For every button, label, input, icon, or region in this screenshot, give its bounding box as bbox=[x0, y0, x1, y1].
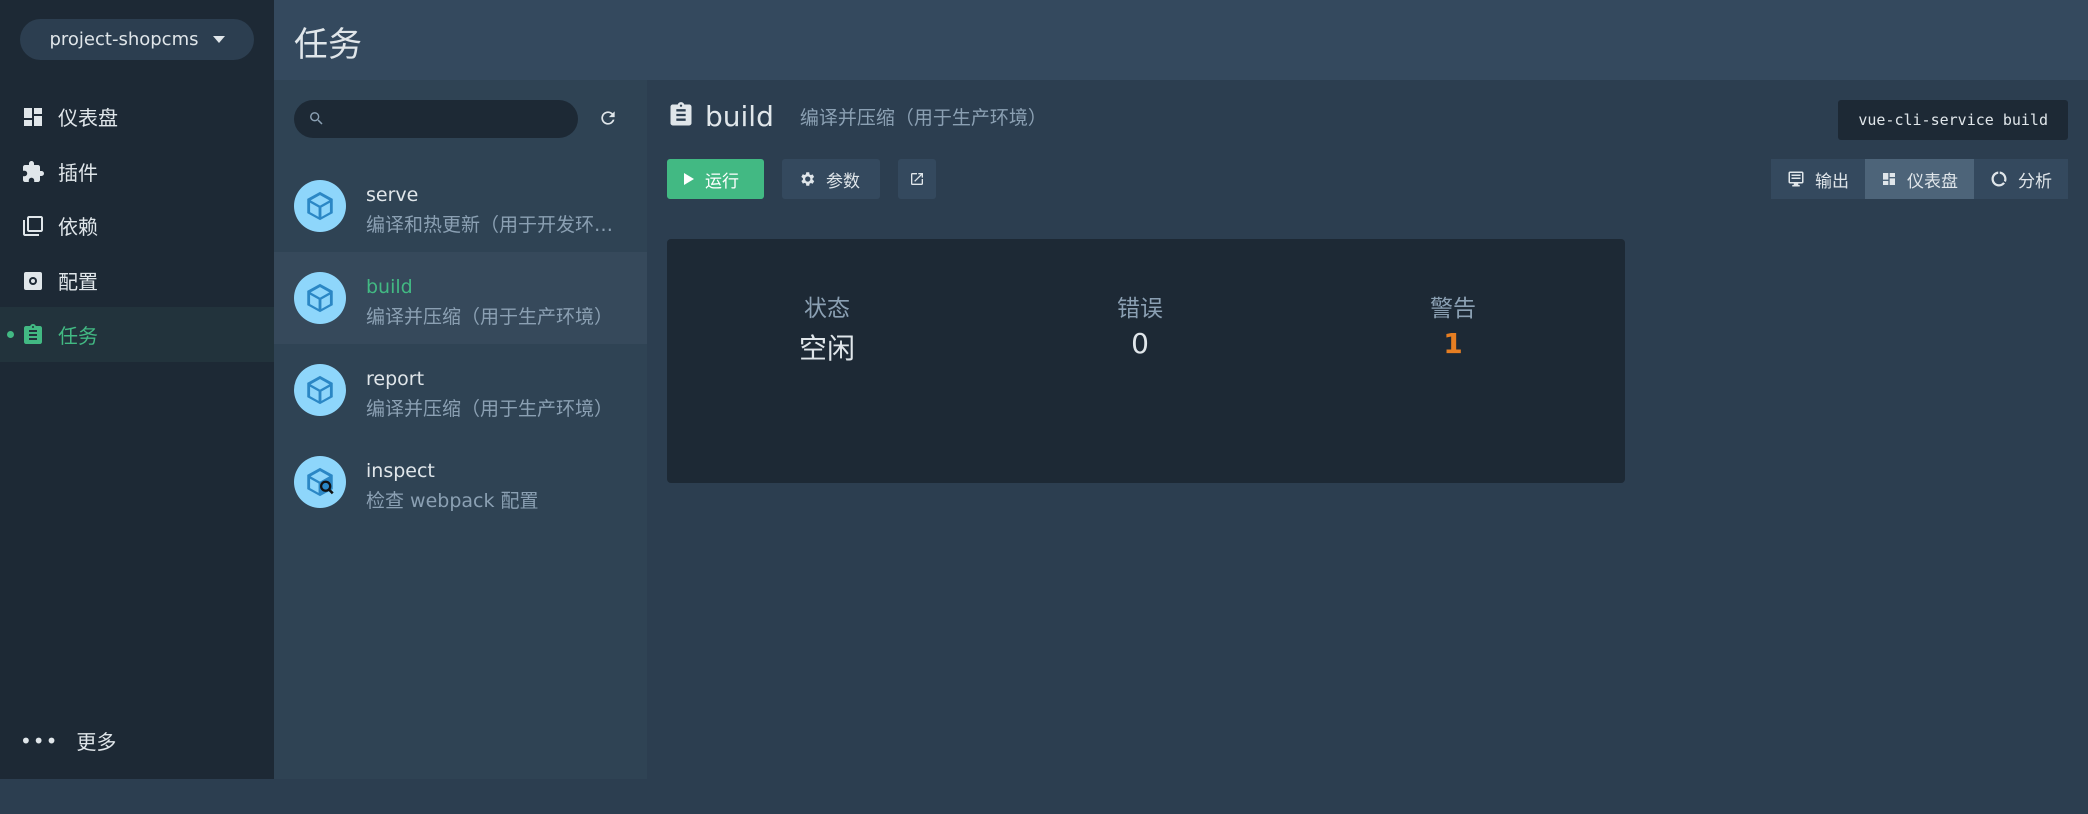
nav-item-label: 任务 bbox=[58, 324, 98, 348]
stat-errors: 错误 0 bbox=[990, 289, 1290, 360]
more-dots-icon: ••• bbox=[20, 728, 59, 753]
run-button[interactable]: 运行 bbox=[667, 159, 764, 199]
puzzle-icon bbox=[20, 159, 46, 185]
nav-more-label: 更多 bbox=[76, 730, 117, 754]
open-in-new-icon bbox=[911, 173, 923, 185]
stat-label: 错误 bbox=[1117, 296, 1163, 322]
library-icon bbox=[20, 213, 46, 239]
gear-icon bbox=[801, 172, 815, 186]
run-label: 运行 bbox=[705, 171, 739, 192]
task-subtitle: 编译并压缩（用于生产环境） bbox=[799, 107, 1047, 129]
task-description: 编译并压缩（用于生产环境） bbox=[366, 306, 614, 328]
nav-item-label: 配置 bbox=[58, 270, 98, 294]
play-icon bbox=[684, 173, 694, 185]
stat-value: 1 bbox=[1443, 327, 1463, 360]
tab-label: 输出 bbox=[1815, 171, 1849, 192]
top-bar: 任务 bbox=[274, 0, 2088, 80]
task-name: serve bbox=[366, 184, 419, 206]
webpack-cube-icon bbox=[294, 272, 346, 324]
tab-label: 分析 bbox=[2018, 171, 2052, 192]
nav-more-button[interactable]: ••• 更多 bbox=[20, 726, 116, 755]
nav-item-config[interactable]: 配置 bbox=[0, 253, 274, 308]
nav-item-plugins[interactable]: 插件 bbox=[0, 144, 274, 199]
nav-item-label: 仪表盘 bbox=[58, 106, 118, 130]
caret-down-icon bbox=[212, 36, 225, 43]
task-item-serve[interactable]: serve 编译和热更新（用于开发环境） bbox=[274, 160, 647, 252]
task-description: 编译并压缩（用于生产环境） bbox=[366, 398, 614, 420]
donut-icon bbox=[1991, 171, 2007, 187]
stat-label: 警告 bbox=[1430, 296, 1476, 322]
view-tabs: 输出 仪表盘 分析 bbox=[1771, 159, 2068, 199]
command-badge: vue-cli-service build bbox=[1838, 100, 2068, 140]
nav-item-tasks[interactable]: 任务 bbox=[0, 307, 274, 362]
nav-item-label: 插件 bbox=[58, 161, 98, 185]
clipboard-icon bbox=[667, 101, 695, 133]
webpack-cube-icon bbox=[294, 364, 346, 416]
dashboard-icon bbox=[1883, 173, 1895, 185]
task-item-build[interactable]: build 编译并压缩（用于生产环境） bbox=[274, 252, 647, 344]
params-label: 参数 bbox=[826, 171, 860, 192]
task-description: 检查 webpack 配置 bbox=[366, 490, 539, 512]
stat-value: 0 bbox=[1131, 327, 1149, 360]
webpack-inspect-icon bbox=[294, 456, 346, 508]
stat-warnings: 警告 1 bbox=[1303, 289, 1603, 360]
task-header: build 编译并压缩（用于生产环境） bbox=[667, 100, 1047, 133]
stat-value: 空闲 bbox=[798, 332, 855, 365]
open-external-button[interactable] bbox=[898, 159, 936, 199]
nav-item-dashboard[interactable]: 仪表盘 bbox=[0, 89, 274, 144]
project-name: project-shopcms bbox=[49, 29, 199, 50]
task-item-report[interactable]: report 编译并压缩（用于生产环境） bbox=[274, 344, 647, 436]
stat-status: 状态 空闲 bbox=[677, 289, 977, 367]
project-selector[interactable]: project-shopcms bbox=[20, 19, 254, 60]
tab-label: 仪表盘 bbox=[1907, 171, 1958, 192]
search-input[interactable] bbox=[294, 100, 578, 138]
task-name: build bbox=[366, 276, 413, 298]
page-title: 任务 bbox=[294, 25, 362, 65]
task-name: inspect bbox=[366, 460, 435, 482]
nav-item-label: 依赖 bbox=[58, 215, 98, 239]
params-button[interactable]: 参数 bbox=[782, 159, 880, 199]
search-icon bbox=[308, 110, 325, 131]
tab-dashboard[interactable]: 仪表盘 bbox=[1865, 159, 1974, 199]
dashboard-icon bbox=[20, 104, 46, 130]
task-title: build bbox=[705, 100, 774, 133]
tab-analyze[interactable]: 分析 bbox=[1974, 159, 2068, 199]
task-list-pane: serve 编译和热更新（用于开发环境） build 编译并压缩（用于生产环境）… bbox=[274, 80, 647, 779]
build-stats-card: 状态 空闲 错误 0 警告 1 bbox=[667, 239, 1625, 483]
refresh-icon[interactable] bbox=[598, 108, 618, 132]
task-name: report bbox=[366, 368, 425, 390]
webpack-cube-icon bbox=[294, 180, 346, 232]
settings-box-icon bbox=[20, 268, 46, 294]
task-item-inspect[interactable]: inspect 检查 webpack 配置 bbox=[274, 436, 647, 528]
clipboard-icon bbox=[20, 322, 46, 348]
task-detail: build 编译并压缩（用于生产环境） vue-cli-service buil… bbox=[647, 80, 2088, 779]
nav-item-dependencies[interactable]: 依赖 bbox=[0, 198, 274, 253]
task-description: 编译和热更新（用于开发环境） bbox=[366, 214, 628, 236]
sidebar: project-shopcms 仪表盘 插件 依赖 配置 任务 ••• 更多 bbox=[0, 0, 274, 779]
active-indicator bbox=[7, 331, 14, 338]
tab-output[interactable]: 输出 bbox=[1771, 159, 1865, 199]
stat-label: 状态 bbox=[804, 296, 850, 322]
console-icon bbox=[1788, 171, 1804, 187]
